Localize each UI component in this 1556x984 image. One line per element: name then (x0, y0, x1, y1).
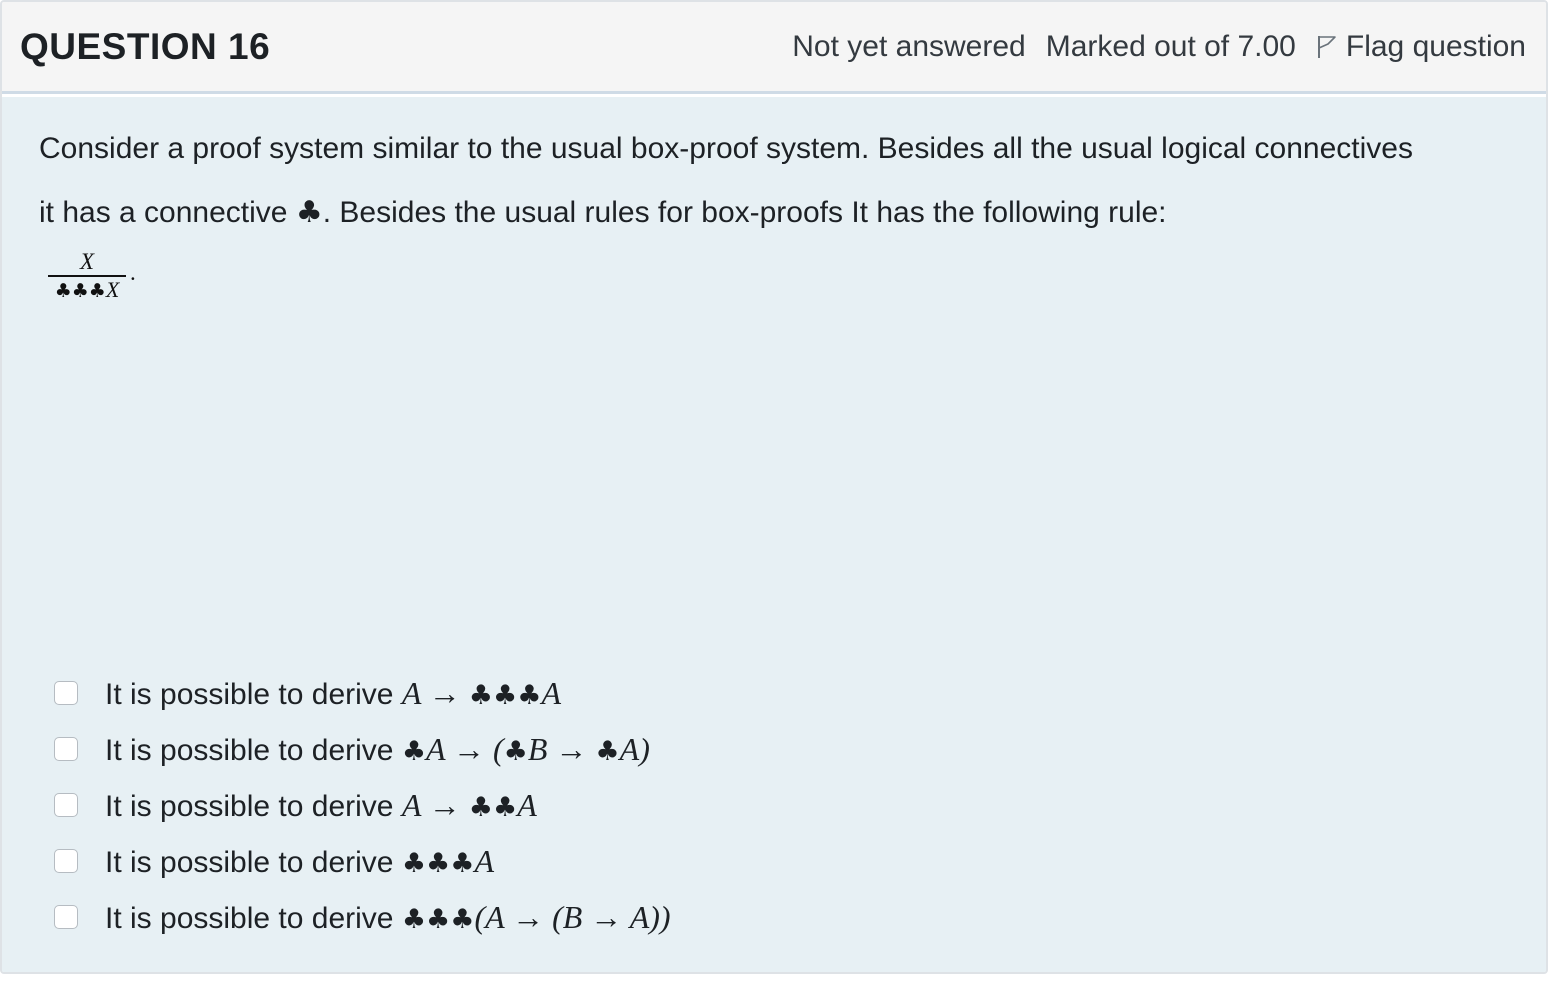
answer-list: It is possible to derive A → ♣♣♣A It is … (54, 665, 671, 945)
answer-label[interactable]: It is possible to derive A → ♣♣A (105, 787, 537, 824)
answer-formula: ♣A → (♣B → ♣A) (401, 730, 650, 767)
question-text-line-1: Consider a proof system similar to the u… (39, 132, 1413, 165)
answer-option[interactable]: It is possible to derive ♣A → (♣B → ♣A) (54, 721, 671, 777)
question-text-line-2: it has a connective ♣. Besides the usual… (39, 181, 1509, 245)
club-symbol: ♣ (503, 735, 528, 767)
club-symbol: ♣ (450, 903, 475, 935)
club-symbol: ♣ (493, 791, 518, 823)
question-number: QUESTION 16 (20, 25, 271, 67)
answer-formula: ♣♣♣(A → (B → A)) (401, 898, 671, 935)
answer-checkbox[interactable] (54, 793, 78, 817)
answer-prefix: It is possible to derive (105, 789, 402, 823)
club-symbol: ♣ (54, 279, 72, 302)
answer-prefix: It is possible to derive (105, 845, 402, 879)
answer-option[interactable]: It is possible to derive ♣♣♣A (54, 833, 671, 889)
answer-prefix: It is possible to derive (105, 677, 402, 711)
club-symbol: ♣ (401, 735, 427, 767)
club-symbol: ♣ (401, 847, 427, 879)
club-symbol: ♣ (426, 847, 451, 879)
rule-conclusion: ♣♣♣X (54, 276, 120, 302)
answer-option[interactable]: It is possible to derive A → ♣♣A (54, 777, 671, 833)
flag-question-label[interactable]: Flag question (1346, 30, 1526, 64)
answer-prefix: It is possible to derive (105, 733, 402, 767)
club-symbol: ♣ (468, 791, 493, 823)
answer-formula: A → ♣♣♣A (401, 674, 561, 711)
flag-question-link[interactable]: Flag question (1316, 30, 1526, 64)
club-symbol: ♣ (426, 903, 451, 935)
club-symbol: ♣ (595, 735, 620, 767)
question-info: Not yet answered Marked out of 7.00 Flag… (792, 30, 1526, 64)
question-header: QUESTION 16 Not yet answered Marked out … (2, 2, 1546, 94)
club-symbol: ♣ (88, 279, 106, 302)
answer-label[interactable]: It is possible to derive ♣♣♣A (105, 843, 494, 880)
answer-formula: ♣♣♣A (401, 842, 495, 879)
answer-label[interactable]: It is possible to derive ♣A → (♣B → ♣A) (105, 731, 650, 768)
answer-checkbox[interactable] (54, 681, 78, 705)
club-symbol: ♣ (468, 679, 493, 711)
rule-period: . (130, 260, 136, 286)
question-content: Consider a proof system similar to the u… (2, 97, 1546, 972)
answer-prefix: It is possible to derive (105, 901, 402, 935)
answer-checkbox[interactable] (54, 737, 78, 761)
answer-status: Not yet answered (792, 29, 1026, 63)
club-symbol: ♣ (517, 679, 542, 711)
question-text: Consider a proof system similar to the u… (39, 117, 1509, 245)
question-marks: Marked out of 7.00 (1045, 29, 1296, 63)
rule-fraction: X ♣♣♣X (48, 249, 126, 304)
answer-formula: A → ♣♣A (401, 786, 537, 823)
club-symbol: ♣ (295, 195, 323, 230)
flag-icon[interactable] (1316, 34, 1338, 60)
club-symbol: ♣ (493, 679, 518, 711)
inference-rule: X ♣♣♣X . (48, 249, 136, 304)
answer-checkbox[interactable] (54, 849, 78, 873)
rule-premise: X (79, 249, 95, 274)
answer-option[interactable]: It is possible to derive ♣♣♣(A → (B → A)… (54, 889, 671, 945)
answer-label[interactable]: It is possible to derive A → ♣♣♣A (105, 675, 561, 712)
club-symbol: ♣ (401, 903, 427, 935)
club-symbol: ♣ (71, 279, 89, 302)
answer-option[interactable]: It is possible to derive A → ♣♣♣A (54, 665, 671, 721)
answer-checkbox[interactable] (54, 905, 78, 929)
question-text-line-2-start: it has a connective (39, 196, 296, 229)
question-card: QUESTION 16 Not yet answered Marked out … (0, 0, 1548, 974)
question-text-line-2-end: . Besides the usual rules for box-proofs… (322, 196, 1167, 229)
club-symbol: ♣ (450, 847, 475, 879)
answer-label[interactable]: It is possible to derive ♣♣♣(A → (B → A)… (105, 899, 671, 936)
